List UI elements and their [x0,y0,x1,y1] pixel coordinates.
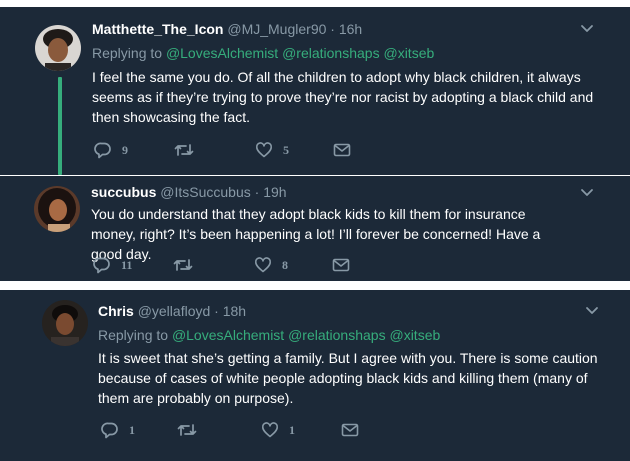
chevron-down-icon[interactable] [580,188,594,198]
separator-dot: · [330,21,335,37]
separator-dot: · [214,303,219,319]
thread-connector-line [58,77,62,175]
timestamp[interactable]: 18h [223,303,246,319]
retweet-button[interactable] [177,420,207,440]
direct-message-button[interactable] [332,255,350,275]
mention-link[interactable]: @LovesAlchemist [172,327,284,343]
avatar[interactable] [35,25,81,71]
like-count: 8 [282,257,288,272]
like-button[interactable]: 5 [255,140,289,160]
replying-to-label: Replying to [98,327,169,343]
user-handle[interactable]: @MJ_Mugler90 [227,21,326,37]
retweet-icon [177,424,197,436]
chevron-down-icon[interactable] [585,306,599,316]
tweet-actions: 9 5 [94,140,394,160]
mention-link[interactable]: @xitseb [383,45,434,61]
tweet-text: It is sweet that she’s getting a family.… [98,350,598,406]
chevron-down-icon[interactable] [580,24,594,34]
separator-dot: · [254,184,260,200]
replying-to-label: Replying to [92,45,163,61]
reply-icon [93,257,110,274]
like-button[interactable]: 8 [254,255,288,275]
display-name[interactable]: Matthette_The_Icon [92,21,223,37]
display-name[interactable]: succubus [91,184,156,200]
like-count: 5 [283,142,289,157]
timestamp[interactable]: 19h [263,184,286,200]
like-icon [254,257,272,273]
retweet-button[interactable] [174,140,204,160]
like-count: 1 [289,422,295,437]
mention-link[interactable]: @relationshaps [288,327,386,343]
reply-count: 9 [122,142,128,157]
user-handle[interactable]: @yellafloyd [138,303,211,319]
mention-link[interactable]: @xitseb [389,327,440,343]
timestamp[interactable]: 16h [339,21,362,37]
reply-button[interactable]: 1 [101,420,135,440]
reply-button[interactable]: 9 [94,140,128,160]
like-icon [255,142,273,158]
avatar[interactable] [34,186,80,232]
tweet-header: succubus @ItsSuccubus · 19h [91,183,287,201]
replying-to: Replying to @LovesAlchemist @relationsha… [98,326,440,344]
tweet-card[interactable]: Chris @yellafloyd · 18h Replying to @Lov… [0,290,630,461]
tweet-actions: 1 1 [101,420,401,440]
mention-link[interactable]: @LovesAlchemist [166,45,278,61]
display-name[interactable]: Chris [98,303,134,319]
tweet-actions: 11 8 [93,255,393,275]
direct-message-icon [333,143,351,157]
reply-count: 1 [129,422,135,437]
avatar[interactable] [42,300,88,346]
tweet-text: I feel the same you do. Of all the child… [92,69,594,125]
like-button[interactable]: 1 [261,420,295,440]
direct-message-icon [341,423,359,437]
reply-icon [94,142,111,159]
tweet-header: Chris @yellafloyd · 18h [98,302,246,320]
tweet-card[interactable]: succubus @ItsSuccubus · 19h You do under… [0,176,630,281]
reply-count: 11 [121,257,133,272]
tweet-card[interactable]: Matthette_The_Icon @MJ_Mugler90 · 16h Re… [0,7,630,175]
retweet-icon [174,144,194,156]
direct-message-button[interactable] [341,420,359,440]
reply-icon [101,422,118,439]
replying-to: Replying to @LovesAlchemist @relationsha… [92,44,434,62]
direct-message-button[interactable] [333,140,351,160]
user-handle[interactable]: @ItsSuccubus [160,184,250,200]
retweet-button[interactable] [173,255,203,275]
retweet-icon [173,259,193,271]
direct-message-icon [332,258,350,272]
like-icon [261,422,279,438]
mention-link[interactable]: @relationshaps [282,45,380,61]
reply-button[interactable]: 11 [93,255,132,275]
tweet-header: Matthette_The_Icon @MJ_Mugler90 · 16h [92,20,362,38]
